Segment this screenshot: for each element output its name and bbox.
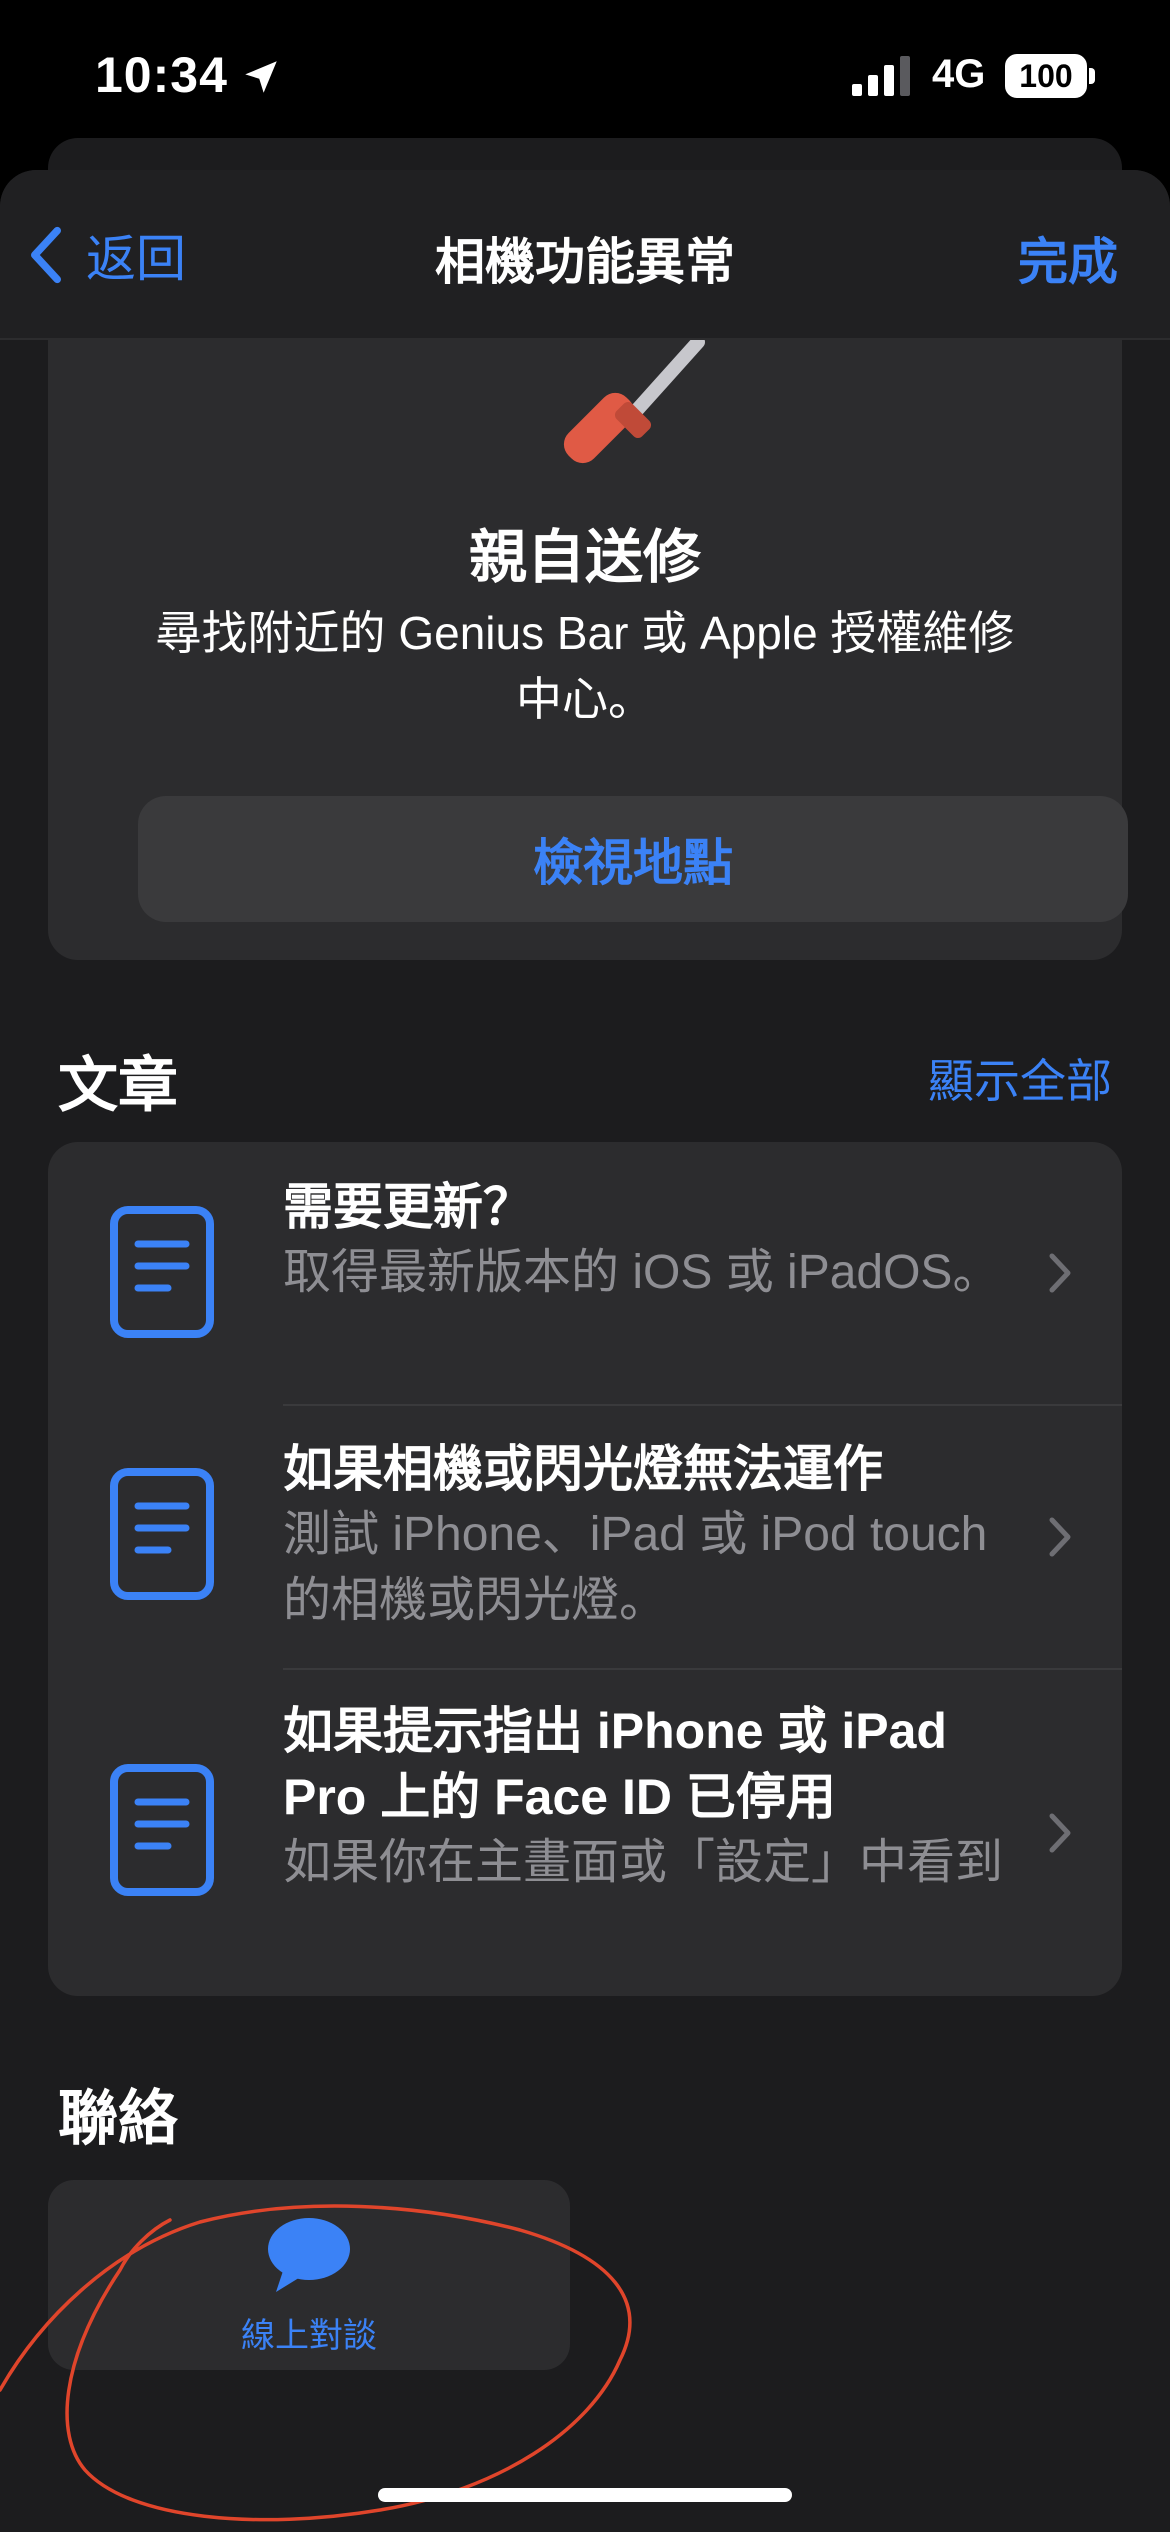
article-title: 如果相機或閃光燈無法運作 [283,1441,883,1497]
navigation-bar: 返回 相機功能異常 完成 [0,170,1170,340]
chevron-right-icon [1049,1253,1071,1293]
article-item-face-id[interactable]: 如果提示指出 iPhone 或 iPad Pro 上的 Face ID 已停用 … [48,1670,1122,1996]
battery-icon: 100 [1005,54,1087,98]
article-description: 取得最新版本的 iOS 或 iPadOS。 [283,1246,1001,1299]
chevron-right-icon [1049,1813,1071,1853]
done-button[interactable]: 完成 [1018,222,1118,294]
article-item-camera-flash[interactable]: 如果相機或閃光燈無法運作 測試 iPhone、iPad 或 iPod touch… [48,1406,1122,1668]
article-title: 如果提示指出 iPhone 或 iPad Pro 上的 Face ID 已停用 [283,1703,947,1825]
location-arrow-icon [245,61,277,93]
show-all-link[interactable]: 顯示全部 [928,1045,1112,1111]
support-sheet: 返回 相機功能異常 完成 親自送修 尋找附近的 Genius Bar 或 App… [0,170,1170,2532]
status-bar: 10:34 4G 100 [0,0,1170,150]
document-icon [110,1764,214,1896]
status-time: 10:34 [95,47,228,103]
service-title: 親自送修 [468,525,701,590]
document-icon [110,1468,214,1600]
article-item-update[interactable]: 需要更新？ 取得最新版本的 iOS 或 iPadOS。 [48,1142,1122,1404]
view-locations-button[interactable]: 檢視地點 [138,796,1128,922]
document-icon [110,1206,214,1338]
articles-section-title: 文章 [58,1052,178,1119]
article-description: 測試 iPhone、iPad 或 iPod touch 的相機或閃光燈。 [283,1508,988,1627]
chat-online-button[interactable]: 線上對談 [48,2180,570,2370]
network-type: 4G [932,52,986,96]
page-title: 相機功能異常 [435,234,735,290]
chat-bubble-icon [268,2218,350,2292]
home-indicator[interactable] [378,2488,792,2502]
battery-tip [1089,68,1095,84]
battery-level: 100 [1019,58,1073,94]
screwdriver-icon [563,335,705,464]
article-title: 需要更新？ [283,1179,533,1235]
articles-list: 需要更新？ 取得最新版本的 iOS 或 iPadOS。 如果相機或閃光燈無法運作… [48,1142,1122,1996]
chevron-right-icon [1049,1517,1071,1557]
service-description: 尋找附近的 Genius Bar 或 Apple 授權維修中心。 [155,607,1015,725]
article-description: 如果你在主畫面或「設定」中看到此訊息，表示 iPhone 或 i... [283,1836,1002,1889]
cellular-signal-icon [852,56,910,96]
contact-section-title: 聯絡 [58,2085,178,2152]
chat-online-label: 線上對談 [241,2317,377,2355]
